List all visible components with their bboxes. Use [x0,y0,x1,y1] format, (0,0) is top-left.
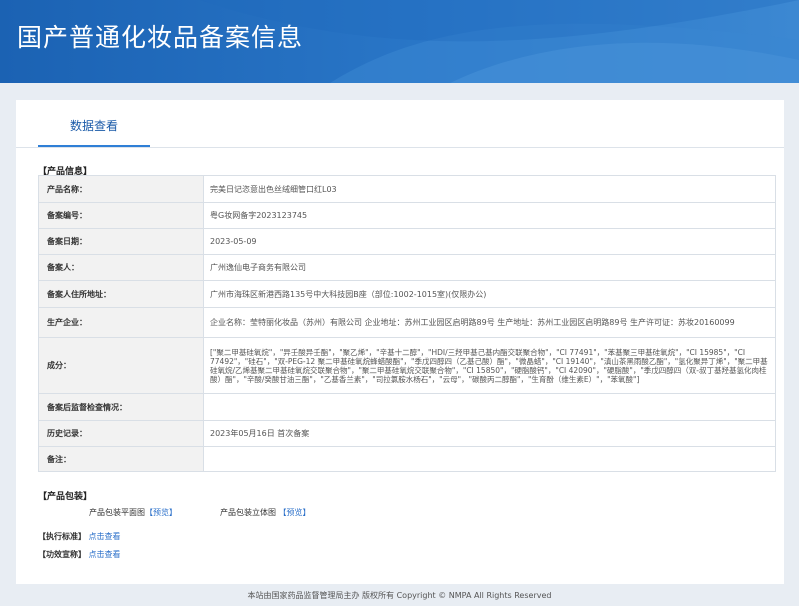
packaging-flat-preview-link[interactable]: 【预览】 [145,508,177,517]
content-panel: 数据查看 【产品信息】 产品名称： 完美日记恣意出色丝绒细管口红L03 备案编号… [16,100,784,584]
table-row: 备案人： 广州逸仙电子商务有限公司 [38,254,776,281]
product-name-label: 产品名称： [38,175,204,203]
manufacturer-label: 生产企业： [38,307,204,338]
history-value: 2023年05月16日 首次备案 [203,420,776,447]
registrant-value: 广州逸仙电子商务有限公司 [203,254,776,281]
packaging-solid-label: 产品包装立体图 [220,508,276,517]
registrant-label: 备案人： [38,254,204,281]
product-info-table: 产品名称： 完美日记恣意出色丝绒细管口红L03 备案编号： 粤G妆网备字2023… [38,175,776,472]
record-number-label: 备案编号： [38,202,204,229]
table-row: 备案后监督检查情况： [38,393,776,421]
post-inspection-label: 备案后监督检查情况： [38,393,204,421]
history-label: 历史记录： [38,420,204,447]
efficacy-view-link[interactable]: 点击查看 [89,550,121,559]
table-row: 成分： ["聚二甲基硅氧烷"，"异壬酸异壬酯"，"聚乙烯"，"辛基十二醇"，"H… [38,337,776,394]
registrant-address-label: 备案人住所地址： [38,280,204,308]
efficacy-row: 【功效宣称】 点击查看 [38,549,121,560]
standard-view-link[interactable]: 点击查看 [89,532,121,541]
page-title: 国产普通化妆品备案信息 [17,23,304,52]
record-date-value: 2023-05-09 [203,228,776,255]
product-name-value: 完美日记恣意出色丝绒细管口红L03 [203,175,776,203]
efficacy-label: 【功效宣称】 [38,550,86,559]
ingredients-value: ["聚二甲基硅氧烷"，"异壬酸异壬酯"，"聚乙烯"，"辛基十二醇"，"HDI/三… [203,337,776,394]
manufacturer-value: 企业名称：莹特丽化妆品（苏州）有限公司 企业地址：苏州工业园区启明路89号 生产… [203,307,776,338]
standard-row: 【执行标准】 点击查看 [38,531,121,542]
remarks-label: 备注： [38,446,204,472]
top-banner: 国产普通化妆品备案信息 [0,0,799,83]
remarks-value [203,446,776,472]
page-footer: 本站由国家药品监督管理局主办 版权所有 Copyright © NMPA All… [247,591,552,600]
packaging-section-title: 【产品包装】 [38,492,93,502]
tab-data-view[interactable]: 数据查看 [38,100,150,147]
standard-label: 【执行标准】 [38,532,86,541]
tab-bar: 数据查看 [16,100,784,148]
post-inspection-value [203,393,776,421]
table-row: 备案人住所地址： 广州市海珠区新港西路135号中大科技园B座（部位:1002-1… [38,280,776,308]
ingredients-label: 成分： [38,337,204,394]
record-number-value: 粤G妆网备字2023123745 [203,202,776,229]
packaging-flat-row: 产品包装平面图【预览】 [89,507,177,518]
table-row: 历史记录： 2023年05月16日 首次备案 [38,420,776,447]
record-date-label: 备案日期： [38,228,204,255]
table-row: 备注： [38,446,776,472]
packaging-flat-label: 产品包装平面图 [89,508,145,517]
table-row: 备案日期： 2023-05-09 [38,228,776,255]
table-row: 生产企业： 企业名称：莹特丽化妆品（苏州）有限公司 企业地址：苏州工业园区启明路… [38,307,776,338]
table-row: 备案编号： 粤G妆网备字2023123745 [38,202,776,229]
packaging-solid-preview-link[interactable]: 【预览】 [279,508,311,517]
packaging-solid-row: 产品包装立体图 【预览】 [220,507,311,518]
table-row: 产品名称： 完美日记恣意出色丝绒细管口红L03 [38,175,776,203]
registrant-address-value: 广州市海珠区新港西路135号中大科技园B座（部位:1002-1015室)(仅限办… [203,280,776,308]
